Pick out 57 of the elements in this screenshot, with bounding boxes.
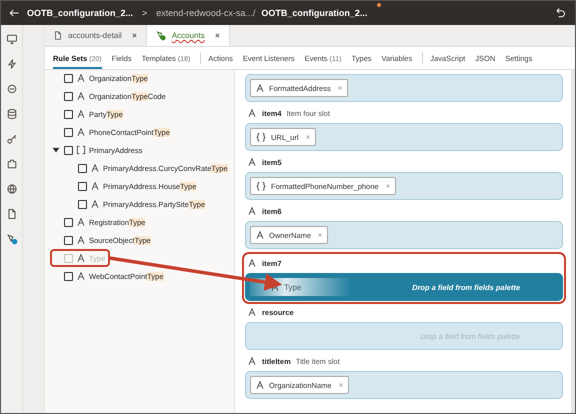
database-icon[interactable]	[6, 108, 18, 120]
project-link[interactable]: OOTB_configuration_2...	[27, 8, 134, 18]
text-type-icon	[76, 127, 86, 137]
back-arrow-icon[interactable]	[7, 7, 21, 19]
text-type-icon	[90, 163, 100, 173]
text-type-icon	[247, 108, 257, 118]
text-type-icon	[255, 230, 265, 240]
text-type-icon	[76, 271, 86, 281]
close-icon[interactable]	[130, 32, 138, 39]
circle-icon[interactable]	[6, 83, 18, 95]
text-type-icon	[90, 181, 100, 191]
dragged-field: Type	[250, 278, 352, 296]
file-tab[interactable]: Accounts	[146, 25, 230, 46]
close-icon[interactable]	[214, 32, 221, 39]
remove-icon[interactable]	[317, 232, 324, 238]
text-type-icon	[76, 109, 86, 119]
text-type-icon	[76, 73, 86, 83]
monitor-icon[interactable]	[6, 33, 18, 45]
caret-icon[interactable]	[52, 146, 60, 154]
text-type-icon	[90, 199, 100, 209]
checkbox[interactable]	[78, 182, 87, 190]
text-type-icon	[76, 253, 86, 263]
text-type-icon	[76, 217, 86, 227]
globe-icon[interactable]	[6, 183, 18, 195]
checkbox[interactable]	[64, 128, 73, 136]
remove-icon[interactable]	[338, 382, 344, 388]
brackets-icon	[76, 145, 86, 155]
checkbox[interactable]	[64, 236, 73, 244]
braces-icon	[255, 181, 267, 191]
text-type-icon	[247, 356, 257, 366]
checkbox[interactable]	[64, 218, 73, 226]
document-icon[interactable]	[6, 208, 18, 220]
text-type-icon	[247, 258, 257, 268]
remove-icon[interactable]	[336, 85, 343, 91]
checkbox[interactable]	[64, 74, 73, 82]
checkbox[interactable]	[78, 200, 87, 208]
text-type-icon	[247, 157, 257, 167]
key-icon[interactable]	[6, 133, 18, 145]
text-type-icon	[255, 380, 265, 390]
checkbox[interactable]	[64, 146, 73, 154]
checkbox[interactable]	[64, 272, 73, 280]
braces-icon	[255, 132, 267, 142]
checkbox[interactable]	[64, 110, 73, 118]
breadcrumb-link[interactable]: extend-redwood-cx-sa.../	[156, 8, 256, 18]
checkbox[interactable]	[78, 164, 87, 172]
text-type-icon	[247, 206, 257, 216]
remove-icon[interactable]	[384, 183, 391, 189]
checkbox[interactable]	[64, 92, 73, 100]
lightning-icon[interactable]	[6, 58, 18, 70]
text-type-icon	[247, 307, 257, 317]
document-icon	[53, 30, 63, 41]
text-type-icon	[76, 235, 86, 245]
text-type-icon	[255, 83, 265, 93]
breadcrumb-current: OOTB_configuration_2...	[261, 8, 368, 18]
remove-icon[interactable]	[304, 134, 311, 140]
text-type-icon	[76, 91, 86, 101]
breadcrumb-separator: >	[142, 8, 148, 18]
